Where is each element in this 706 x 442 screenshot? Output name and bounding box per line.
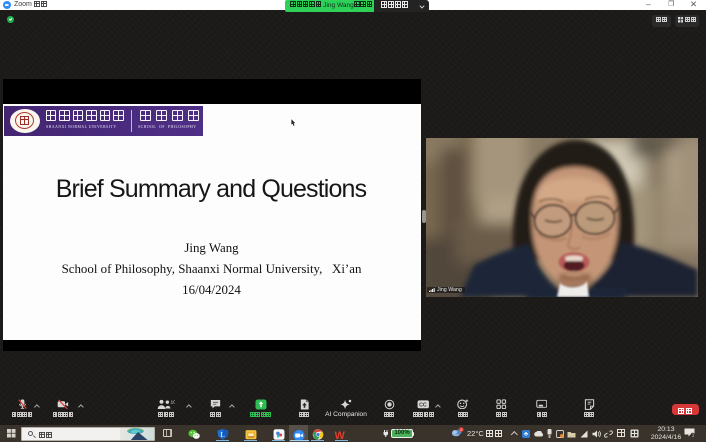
svg-text:CC: CC (419, 402, 427, 408)
svg-text:L: L (220, 430, 225, 439)
svg-text:10: 10 (171, 399, 176, 405)
svg-text:W: W (335, 429, 345, 439)
